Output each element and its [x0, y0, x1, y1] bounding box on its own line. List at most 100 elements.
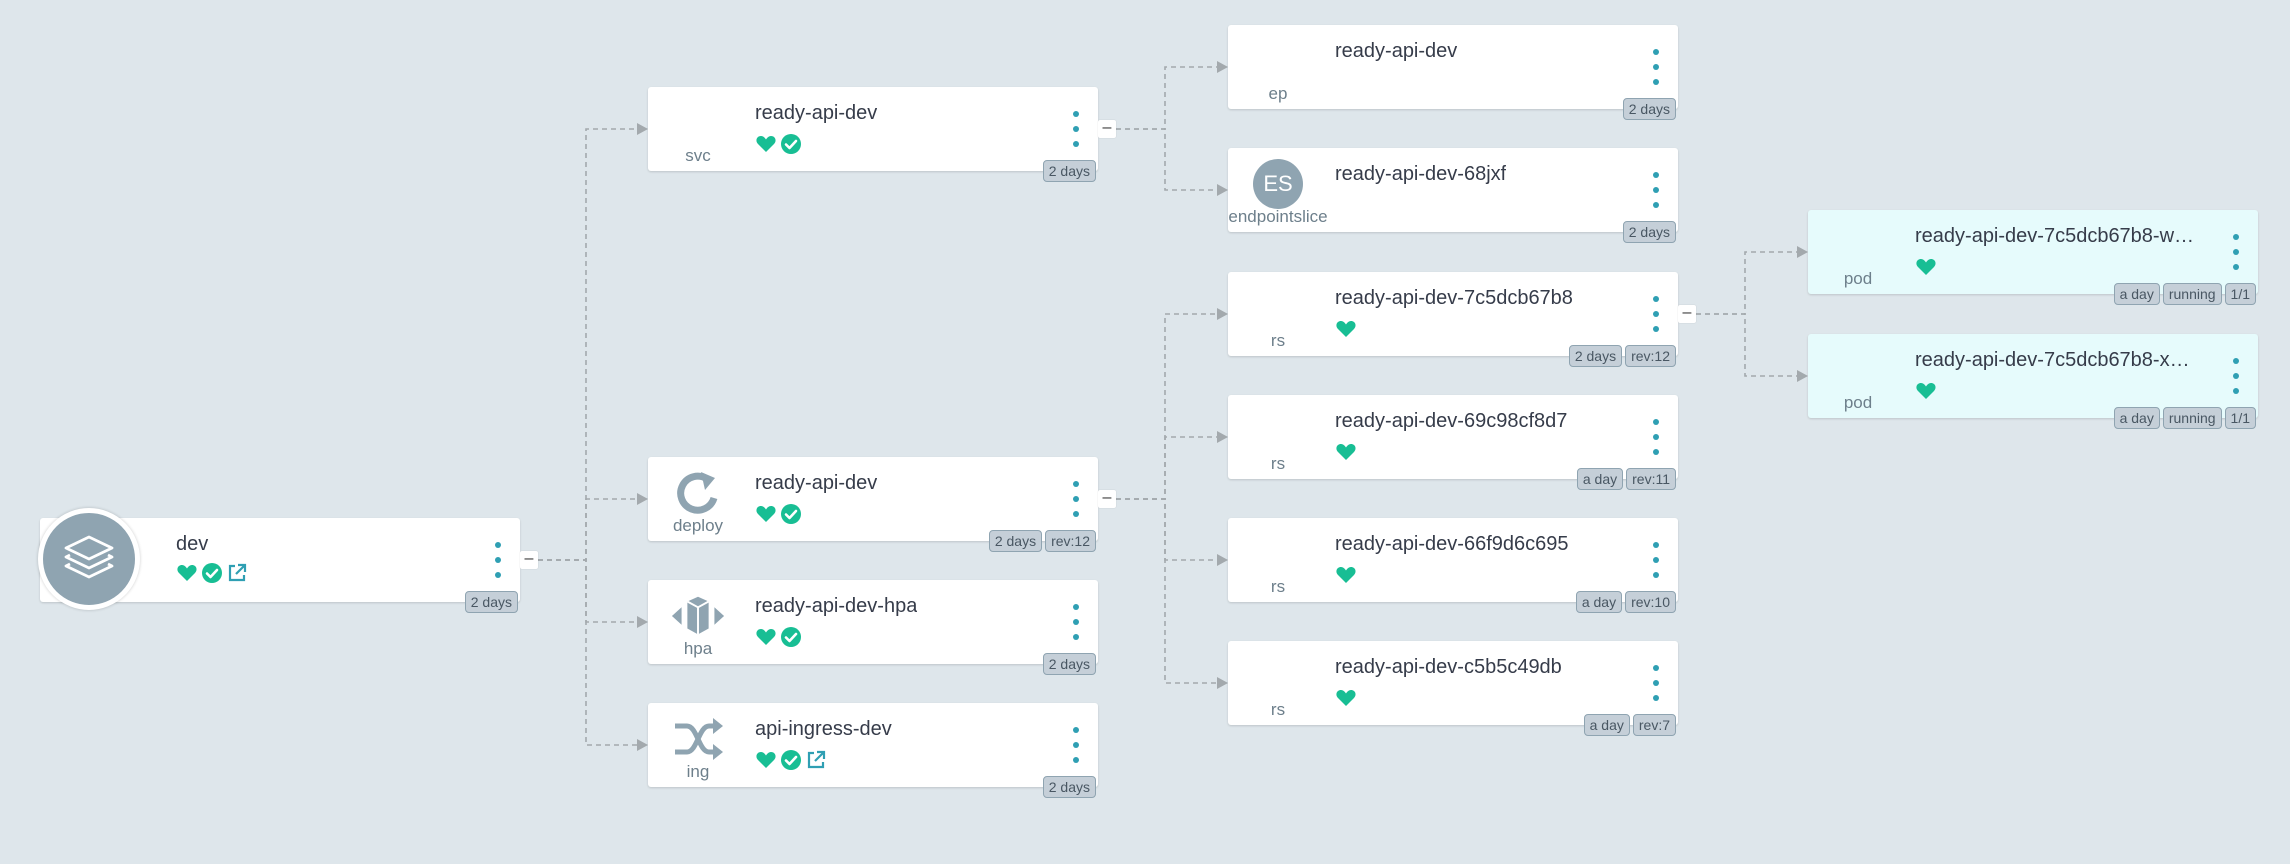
node-rs3[interactable]: rs ready-api-dev-66f9d6c695 a day rev:10: [1228, 518, 1678, 613]
kind-icon-area: rs: [1228, 518, 1328, 602]
kind-label: ep: [1268, 84, 1288, 103]
node-name: ready-api-dev: [1335, 40, 1458, 62]
es-icon-text: ES: [1253, 159, 1303, 209]
edge-svc-ep: [1116, 66, 1218, 130]
edge-arrow: [1217, 554, 1228, 566]
node-deploy[interactable]: deploy ready-api-dev 2 days rev:12: [648, 457, 1098, 552]
edges-layer: [538, 61, 1808, 751]
node-menu-button[interactable]: [1648, 296, 1664, 332]
node-status-icons: [1915, 380, 1937, 402]
node-tag: 2 days: [988, 530, 1043, 552]
kind-label: pod: [1843, 269, 1873, 288]
node-ing[interactable]: ing api-ingress-dev 2 days: [648, 703, 1098, 798]
edge-deploy-rs3: [1116, 498, 1218, 561]
node-rs2[interactable]: rs ready-api-dev-69c98cf8d7 a day rev:11: [1228, 395, 1678, 490]
node-menu-button[interactable]: [1068, 111, 1084, 147]
node-tag: a day: [1583, 714, 1630, 736]
kind-icon-area: hpa: [648, 580, 748, 664]
collapse-toggle-rs1[interactable]: –: [1678, 305, 1696, 323]
kind-label: rs: [1270, 577, 1286, 596]
node-tags: a day rev:10: [1575, 591, 1676, 613]
node-tags: 2 days rev:12: [988, 530, 1096, 552]
node-tag: running: [2162, 283, 2222, 305]
node-name: ready-api-dev-c5b5c49db: [1335, 656, 1562, 678]
collapse-toggle-deploy[interactable]: –: [1098, 490, 1116, 508]
heart-icon: [1336, 321, 1356, 337]
node-menu-button[interactable]: [1648, 172, 1664, 208]
node-tags: 2 days: [1042, 653, 1096, 675]
kind-label: rs: [1270, 700, 1286, 719]
check-circle-icon: [202, 563, 222, 583]
node-tags: a day rev:7: [1583, 714, 1676, 736]
node-tags: a day running 1/1: [2113, 283, 2256, 305]
external-link-icon[interactable]: [226, 562, 248, 584]
heart-icon: [1336, 690, 1356, 706]
app-menu-button[interactable]: [490, 542, 506, 578]
app-tag: 2 days: [464, 591, 518, 613]
heart-icon: [177, 565, 197, 581]
edge-arrow: [1797, 246, 1808, 258]
node-name: ready-api-dev-69c98cf8d7: [1335, 410, 1568, 432]
edge-arrow: [1217, 308, 1228, 320]
node-menu-button[interactable]: [1068, 604, 1084, 640]
node-name: ready-api-dev-68jxf: [1335, 163, 1507, 185]
node-pod1[interactable]: pod ready-api-dev-7c5dcb67b8-w… a day runni…: [1808, 210, 2258, 305]
node-tag: 2 days: [1622, 221, 1676, 243]
node-tag: a day: [1576, 468, 1624, 490]
node-tags: 2 days: [1042, 160, 1096, 182]
edge-arrow: [637, 493, 648, 505]
node-tag: a day: [2113, 407, 2160, 429]
node-status-icons: [755, 503, 802, 525]
heart-icon: [756, 752, 776, 768]
node-tag: rev:12: [1625, 345, 1676, 367]
node-tag: 2 days: [1622, 98, 1676, 120]
app-collapse-toggle[interactable]: –: [520, 551, 538, 569]
heart-icon: [1336, 444, 1356, 460]
kind-label: rs: [1270, 454, 1286, 473]
node-menu-button[interactable]: [1068, 481, 1084, 517]
node-menu-button[interactable]: [1648, 419, 1664, 455]
node-name: ready-api-dev-hpa: [755, 595, 918, 617]
node-name: ready-api-dev-7c5dcb67b8-x6…: [1915, 349, 2195, 371]
edge-arrow: [637, 739, 648, 751]
edge-arrow: [637, 616, 648, 628]
heart-icon: [756, 629, 776, 645]
node-menu-button[interactable]: [1648, 542, 1664, 578]
node-menu-button[interactable]: [1648, 665, 1664, 701]
kind-icon-area: rs: [1228, 395, 1328, 479]
node-status-icons: [1915, 256, 1937, 278]
node-hpa[interactable]: hpa ready-api-dev-hpa 2 days: [648, 580, 1098, 675]
node-menu-button[interactable]: [1068, 727, 1084, 763]
node-tag: 2 days: [1042, 776, 1096, 798]
node-rs1[interactable]: rs ready-api-dev-7c5dcb67b8 2 days rev:12: [1228, 272, 1678, 367]
node-ep[interactable]: ep ready-api-dev 2 days: [1228, 25, 1678, 120]
check-circle-icon: [781, 750, 801, 770]
edge-svc-es: [1116, 128, 1218, 191]
edge-app-ing: [538, 559, 638, 746]
edge-arrow: [1217, 61, 1228, 73]
kind-icon: [1250, 284, 1306, 332]
node-name: ready-api-dev: [755, 102, 878, 124]
node-es[interactable]: ES endpointslice ready-api-dev-68jxf 2 days: [1228, 148, 1678, 243]
node-tag: a day: [1575, 591, 1623, 613]
node-status-icons: [1335, 564, 1357, 586]
edge-deploy-rs2: [1116, 436, 1218, 500]
node-rs4[interactable]: rs ready-api-dev-c5b5c49db a day rev:7: [1228, 641, 1678, 736]
node-tags: 2 days: [1622, 98, 1676, 120]
node-svc[interactable]: svc ready-api-dev 2 days: [648, 87, 1098, 182]
kind-label: pod: [1843, 393, 1873, 412]
collapse-toggle-svc[interactable]: –: [1098, 120, 1116, 138]
node-menu-button[interactable]: [2228, 358, 2244, 394]
node-menu-button[interactable]: [1648, 49, 1664, 85]
edge-rs1-pod1: [1696, 251, 1798, 315]
node-tag: rev:12: [1045, 530, 1096, 552]
node-tags: a day rev:11: [1576, 468, 1676, 490]
app-tags: 2 days: [464, 591, 518, 613]
node-pod2[interactable]: pod ready-api-dev-7c5dcb67b8-x6… a day runn…: [1808, 334, 2258, 429]
node-status-icons: [755, 133, 802, 155]
node-menu-button[interactable]: [2228, 234, 2244, 270]
node-tags: 2 days: [1622, 221, 1676, 243]
node-tags: 2 days: [1042, 776, 1096, 798]
external-link-icon[interactable]: [805, 749, 827, 771]
node-name: ready-api-dev-7c5dcb67b8: [1335, 287, 1573, 309]
